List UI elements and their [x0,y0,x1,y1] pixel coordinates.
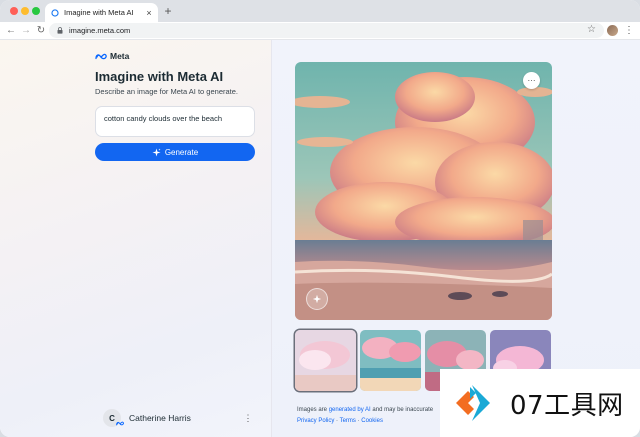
user-profile[interactable]: C Catherine Harris ⋮ [103,408,253,428]
url-text: imagine.meta.com [69,26,131,35]
forward-button[interactable]: → [20,23,32,38]
disclaimer-suffix: and may be inaccurate [370,407,434,413]
page-subtitle: Describe an image for Meta AI to generat… [95,87,238,96]
back-button[interactable]: ← [5,23,17,38]
tab-strip: Imagine with Meta AI × + [0,0,640,22]
footer-links: Privacy Policy · Terms · Cookies [297,418,383,424]
address-toolbar: ← → ↻ imagine.meta.com ☆ ⋮ [0,22,640,40]
maximize-window-button[interactable] [32,7,40,15]
prompt-input[interactable]: cotton candy clouds over the beach [95,106,255,137]
meta-badge-icon [116,419,124,428]
browser-tab[interactable]: Imagine with Meta AI × [45,3,158,22]
avatar: C [103,409,124,428]
terms-link[interactable]: Terms [340,418,356,424]
generate-button[interactable]: Generate [95,143,255,161]
thumbnail-1[interactable] [295,330,356,391]
page-title: Imagine with Meta AI [95,69,224,84]
disclaimer-prefix: Images are [297,407,329,413]
tab-title: Imagine with Meta AI [64,8,134,17]
profile-avatar[interactable] [607,25,618,36]
site-watermark-overlay: 07工具网 [440,369,640,437]
more-options-button[interactable]: ··· [523,72,540,89]
thumbnail-2[interactable] [360,330,421,391]
privacy-policy-link[interactable]: Privacy Policy [297,418,334,424]
ai-watermark-icon [306,288,328,310]
bookmark-star-icon[interactable]: ☆ [587,24,596,35]
cookies-link[interactable]: Cookies [361,418,383,424]
reload-button[interactable]: ↻ [35,23,47,38]
user-menu-button[interactable]: ⋮ [243,413,253,424]
browser-menu-button[interactable]: ⋮ [624,23,634,38]
lock-icon [57,27,63,34]
watermark-text: 07工具网 [510,390,624,421]
meta-logo[interactable]: Meta [95,51,129,61]
generate-button-label: Generate [164,147,199,157]
tab-close-icon[interactable]: × [144,8,154,18]
watermark-logo-icon [456,385,490,421]
generated-by-ai-link[interactable]: generated by AI [329,407,371,413]
user-name: Catherine Harris [129,413,191,423]
meta-logo-icon [95,53,107,59]
close-window-button[interactable] [10,7,18,15]
address-bar[interactable]: imagine.meta.com [49,23,604,38]
beach-clouds-illustration [295,62,552,320]
sparkle-icon [152,147,161,157]
prompt-panel: Meta Imagine with Meta AI Describe an im… [0,40,272,437]
meta-logo-text: Meta [110,51,130,61]
new-tab-button[interactable]: + [162,4,174,18]
generated-image-main[interactable]: ··· [295,62,552,320]
ai-disclaimer: Images are generated by AI and may be in… [297,407,433,413]
meta-favicon-icon [51,8,59,17]
avatar-initial: C [109,413,115,423]
browser-window: Imagine with Meta AI × + ← → ↻ imagine.m… [0,0,640,437]
minimize-window-button[interactable] [21,7,29,15]
